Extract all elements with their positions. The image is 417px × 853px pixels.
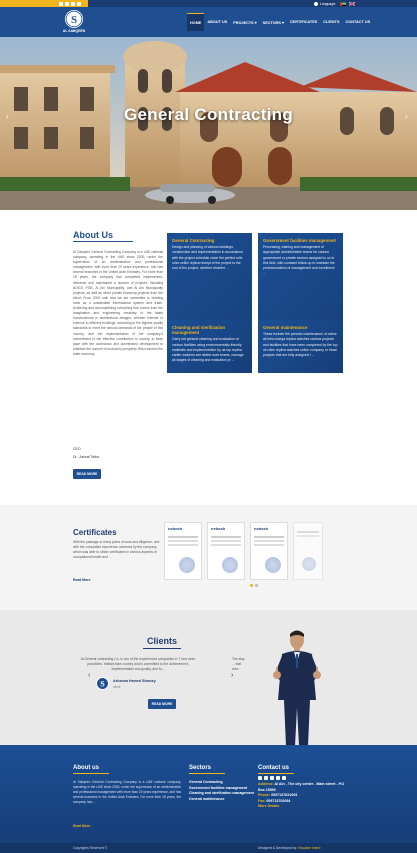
- client-role: client: [113, 685, 121, 689]
- about-heading-underline: [73, 241, 133, 242]
- service-text: These include the periodic maintenance o…: [263, 332, 338, 358]
- uae-flag-icon[interactable]: [340, 2, 346, 6]
- footer-read-more-link[interactable]: Read More..: [73, 824, 92, 828]
- phone-label: Phone:: [258, 793, 271, 798]
- instagram-icon[interactable]: [71, 1, 75, 6]
- about-heading: About Us: [73, 230, 113, 240]
- linkedin-icon[interactable]: [282, 776, 286, 780]
- footer-sector-link[interactable]: Cleaning and sterilization management: [189, 791, 255, 797]
- nav-sectors[interactable]: SECTORS ▾: [260, 13, 287, 31]
- address-label: Address:: [258, 782, 274, 786]
- service-title: General Contracting: [172, 238, 215, 243]
- nav-about-us[interactable]: ABOUT US: [204, 13, 230, 31]
- about-read-more-button[interactable]: READ MORE: [73, 469, 101, 479]
- ceo-name: Dr . Ashraf Talba: [73, 455, 99, 459]
- service-title: General maintenance: [263, 325, 308, 330]
- carousel-dot[interactable]: [255, 584, 258, 587]
- logo-text: AL SABQEEN: [62, 29, 86, 33]
- clients-heading-underline: [143, 648, 181, 649]
- footer-sectors-heading: Sectors: [189, 765, 212, 771]
- clients-read-more-button[interactable]: READ MORE: [148, 699, 176, 709]
- certificate-seal: [302, 557, 316, 571]
- service-card-cleaning[interactable]: Cleaning and sterilization management Ca…: [167, 320, 252, 373]
- footer-sectors-list: General Contracting Government facilitie…: [189, 780, 255, 802]
- footer-social-icons: [258, 776, 286, 780]
- nav-clients[interactable]: CLIENTS: [320, 13, 342, 31]
- fax-value: 009713762054: [266, 798, 291, 803]
- nav-contact-us[interactable]: CONTACT US: [343, 13, 374, 31]
- twitter-icon[interactable]: [65, 1, 69, 6]
- certificates-text: With the passage of many years of work a…: [73, 540, 160, 559]
- certificate-seal: [222, 557, 238, 573]
- ceo-label: CEO: [73, 447, 81, 451]
- certificates-heading: Certificates: [73, 528, 117, 537]
- facebook-icon[interactable]: [59, 1, 63, 6]
- clients-section: [0, 610, 417, 745]
- footer-sector-link[interactable]: General maintenance: [189, 797, 255, 803]
- fax-label: Fax:: [258, 798, 266, 803]
- nav-home[interactable]: HOME: [187, 13, 205, 31]
- service-text: Carry out general cleaning and evaluatio…: [172, 337, 244, 363]
- certificate-card[interactable]: [293, 522, 323, 580]
- footer-contact-info: Address: Al Ain - The city center - Main…: [258, 782, 348, 810]
- about-text: Al Sabqeen General Contracting Company i…: [73, 250, 163, 356]
- certificate-card[interactable]: nebosh: [250, 522, 288, 580]
- youtube-icon[interactable]: [276, 776, 280, 780]
- client-avatar: S: [96, 677, 109, 690]
- footer-about-heading: About us: [73, 765, 99, 771]
- certificate-issuer: nebosh: [168, 526, 183, 531]
- service-card-maintenance[interactable]: General maintenance These include the pe…: [258, 320, 343, 373]
- svg-text:S: S: [100, 679, 105, 688]
- developer-credit: Designed & Developed by: Visualize Inter…: [258, 846, 320, 850]
- testimonial-prev-arrow[interactable]: ‹: [88, 672, 90, 679]
- certificate-seal: [179, 557, 195, 573]
- phone-value[interactable]: 00971376X2001: [271, 793, 297, 797]
- service-text: Processing, training and management of a…: [263, 245, 335, 276]
- footer-about-underline: [73, 773, 109, 774]
- nav-certificates[interactable]: CERTIFICATES: [287, 13, 320, 31]
- globe-icon: [314, 1, 318, 6]
- certificate-issuer: nebosh: [254, 526, 269, 531]
- more-details-link[interactable]: More Details: [258, 804, 348, 810]
- carousel-dot-active[interactable]: [250, 584, 253, 587]
- certificate-card[interactable]: nebosh: [164, 522, 202, 580]
- main-nav: HOME ABOUT US PROJECTS ▾ SECTORS ▾ CERTI…: [187, 13, 373, 31]
- twitter-icon[interactable]: [264, 776, 268, 780]
- testimonial-next-arrow[interactable]: ›: [231, 672, 233, 679]
- facebook-icon[interactable]: [258, 776, 262, 780]
- nav-projects[interactable]: PROJECTS ▾: [230, 13, 259, 31]
- instagram-icon[interactable]: [270, 776, 274, 780]
- certificate-card[interactable]: nebosh: [207, 522, 245, 580]
- uk-flag-icon[interactable]: [348, 1, 356, 6]
- service-title: Cleaning and sterilization management: [172, 325, 226, 336]
- hero-title: General Contracting: [123, 105, 294, 124]
- service-title: Government facilities management: [263, 238, 336, 243]
- businessman-image: [270, 628, 325, 746]
- testimonial-quote: Al General contracting Co. is one of the…: [80, 657, 196, 671]
- certificate-issuer: nebosh: [211, 526, 226, 531]
- language-label: Language:: [320, 1, 337, 6]
- client-name: Azhanna Hamed Shamsy: [113, 679, 156, 683]
- youtube-icon[interactable]: [77, 1, 81, 6]
- footer-contact-heading: Contact us: [258, 765, 290, 771]
- copyright-bar: [0, 843, 417, 853]
- certificate-seal: [265, 557, 281, 573]
- certificates-read-more-link[interactable]: Read More: [73, 578, 90, 582]
- company-logo[interactable]: S AL SABQEEN: [60, 8, 88, 36]
- service-text: Design and planning of various buildings…: [172, 245, 243, 271]
- footer-about-text: Al Sabqeen General Contracting Company i…: [73, 780, 181, 805]
- developer-link[interactable]: Visualize Interb: [298, 846, 320, 850]
- developer-credit-prefix: Designed & Developed by:: [258, 846, 298, 850]
- footer-contact-underline: [258, 773, 294, 774]
- svg-text:S: S: [71, 14, 77, 26]
- copyright-text: Copyrights Reserved ©: [73, 846, 108, 850]
- footer-sectors-underline: [189, 773, 225, 774]
- testimonial-side-quote: The stay ... that rebo: [232, 657, 245, 671]
